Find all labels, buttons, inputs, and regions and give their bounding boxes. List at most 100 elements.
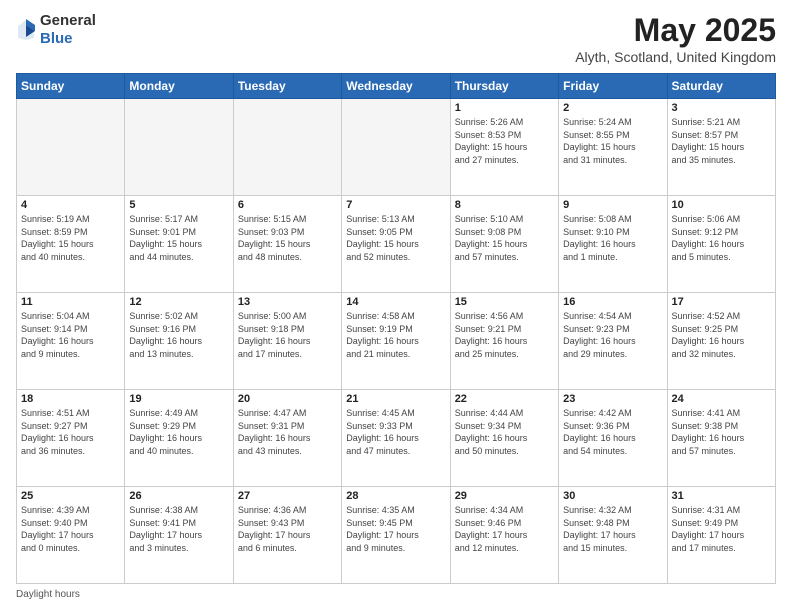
day-number: 8: [455, 199, 554, 211]
day-info: Sunrise: 4:54 AM Sunset: 9:23 PM Dayligh…: [563, 310, 662, 360]
day-number: 27: [238, 490, 337, 502]
calendar-cell: 20 Sunrise: 4:47 AM Sunset: 9:31 PM Dayli…: [233, 390, 341, 487]
day-number: 6: [238, 199, 337, 211]
weekday-header-tuesday: Tuesday: [233, 74, 341, 99]
calendar-cell: 13 Sunrise: 5:00 AM Sunset: 9:18 PM Dayli…: [233, 293, 341, 390]
calendar-cell: [233, 99, 341, 196]
weekday-header-sunday: Sunday: [17, 74, 125, 99]
day-info: Sunrise: 4:51 AM Sunset: 9:27 PM Dayligh…: [21, 407, 120, 457]
calendar-cell: 2Sunrise: 5:24 AM Sunset: 8:55 PM Daylig…: [559, 99, 667, 196]
day-info: Sunrise: 4:56 AM Sunset: 9:21 PM Dayligh…: [455, 310, 554, 360]
day-info: Sunrise: 4:42 AM Sunset: 9:36 PM Dayligh…: [563, 407, 662, 457]
calendar-table: SundayMondayTuesdayWednesdayThursdayFrid…: [16, 73, 776, 584]
day-number: 19: [129, 393, 228, 405]
day-info: Sunrise: 4:38 AM Sunset: 9:41 PM Dayligh…: [129, 504, 228, 554]
day-info: Sunrise: 5:21 AM Sunset: 8:57 PM Dayligh…: [672, 116, 771, 166]
day-info: Sunrise: 4:36 AM Sunset: 9:43 PM Dayligh…: [238, 504, 337, 554]
day-info: Sunrise: 5:26 AM Sunset: 8:53 PM Dayligh…: [455, 116, 554, 166]
day-info: Sunrise: 4:41 AM Sunset: 9:38 PM Dayligh…: [672, 407, 771, 457]
logo-general: General: [40, 12, 96, 29]
day-number: 22: [455, 393, 554, 405]
weekday-header-thursday: Thursday: [450, 74, 558, 99]
weekday-header-friday: Friday: [559, 74, 667, 99]
page: General Blue May 2025 Alyth, Scotland, U…: [0, 0, 792, 612]
day-number: 14: [346, 296, 445, 308]
day-number: 23: [563, 393, 662, 405]
calendar-cell: [125, 99, 233, 196]
day-number: 20: [238, 393, 337, 405]
day-info: Sunrise: 4:47 AM Sunset: 9:31 PM Dayligh…: [238, 407, 337, 457]
day-number: 3: [672, 102, 771, 114]
day-info: Sunrise: 4:39 AM Sunset: 9:40 PM Dayligh…: [21, 504, 120, 554]
day-info: Sunrise: 5:19 AM Sunset: 8:59 PM Dayligh…: [21, 213, 120, 263]
day-info: Sunrise: 5:24 AM Sunset: 8:55 PM Dayligh…: [563, 116, 662, 166]
weekday-header-wednesday: Wednesday: [342, 74, 450, 99]
day-info: Sunrise: 5:06 AM Sunset: 9:12 PM Dayligh…: [672, 213, 771, 263]
calendar-cell: 26Sunrise: 4:38 AM Sunset: 9:41 PM Dayli…: [125, 487, 233, 584]
calendar-cell: 17 Sunrise: 4:52 AM Sunset: 9:25 PM Dayli…: [667, 293, 775, 390]
calendar-cell: 3 Sunrise: 5:21 AM Sunset: 8:57 PM Daylig…: [667, 99, 775, 196]
logo-blue: Blue: [40, 30, 73, 47]
day-info: Sunrise: 5:17 AM Sunset: 9:01 PM Dayligh…: [129, 213, 228, 263]
day-number: 17: [672, 296, 771, 308]
calendar-cell: 12 Sunrise: 5:02 AM Sunset: 9:16 PM Dayli…: [125, 293, 233, 390]
day-info: Sunrise: 5:13 AM Sunset: 9:05 PM Dayligh…: [346, 213, 445, 263]
day-number: 10: [672, 199, 771, 211]
day-info: Sunrise: 4:31 AM Sunset: 9:49 PM Dayligh…: [672, 504, 771, 554]
logo: General Blue: [16, 12, 96, 48]
calendar-cell: 11 Sunrise: 5:04 AM Sunset: 9:14 PM Dayli…: [17, 293, 125, 390]
day-info: Sunrise: 5:00 AM Sunset: 9:18 PM Dayligh…: [238, 310, 337, 360]
calendar-cell: 9 Sunrise: 5:08 AM Sunset: 9:10 PM Daylig…: [559, 196, 667, 293]
calendar-cell: 15 Sunrise: 4:56 AM Sunset: 9:21 PM Dayli…: [450, 293, 558, 390]
footer-text: Daylight hours: [16, 589, 80, 600]
day-info: Sunrise: 5:04 AM Sunset: 9:14 PM Dayligh…: [21, 310, 120, 360]
day-number: 7: [346, 199, 445, 211]
title-location: Alyth, Scotland, United Kingdom: [575, 49, 776, 65]
day-info: Sunrise: 4:49 AM Sunset: 9:29 PM Dayligh…: [129, 407, 228, 457]
day-number: 21: [346, 393, 445, 405]
calendar-cell: [17, 99, 125, 196]
day-number: 18: [21, 393, 120, 405]
calendar-cell: 6 Sunrise: 5:15 AM Sunset: 9:03 PM Daylig…: [233, 196, 341, 293]
weekday-header-saturday: Saturday: [667, 74, 775, 99]
day-info: Sunrise: 4:35 AM Sunset: 9:45 PM Dayligh…: [346, 504, 445, 554]
day-number: 9: [563, 199, 662, 211]
day-number: 15: [455, 296, 554, 308]
day-number: 31: [672, 490, 771, 502]
day-info: Sunrise: 5:02 AM Sunset: 9:16 PM Dayligh…: [129, 310, 228, 360]
title-block: May 2025 Alyth, Scotland, United Kingdom: [575, 12, 776, 65]
calendar-cell: 19 Sunrise: 4:49 AM Sunset: 9:29 PM Dayli…: [125, 390, 233, 487]
day-number: 4: [21, 199, 120, 211]
calendar-cell: 18 Sunrise: 4:51 AM Sunset: 9:27 PM Dayli…: [17, 390, 125, 487]
day-number: 12: [129, 296, 228, 308]
day-info: Sunrise: 4:34 AM Sunset: 9:46 PM Dayligh…: [455, 504, 554, 554]
calendar-cell: 30Sunrise: 4:32 AM Sunset: 9:48 PM Dayli…: [559, 487, 667, 584]
day-info: Sunrise: 4:45 AM Sunset: 9:33 PM Dayligh…: [346, 407, 445, 457]
footer: Daylight hours: [16, 589, 776, 600]
day-number: 16: [563, 296, 662, 308]
calendar-cell: 31 Sunrise: 4:31 AM Sunset: 9:49 PM Dayli…: [667, 487, 775, 584]
day-info: Sunrise: 5:08 AM Sunset: 9:10 PM Dayligh…: [563, 213, 662, 263]
day-number: 30: [563, 490, 662, 502]
calendar-cell: 27 Sunrise: 4:36 AM Sunset: 9:43 PM Dayli…: [233, 487, 341, 584]
calendar-cell: 14 Sunrise: 4:58 AM Sunset: 9:19 PM Dayli…: [342, 293, 450, 390]
day-info: Sunrise: 5:10 AM Sunset: 9:08 PM Dayligh…: [455, 213, 554, 263]
day-number: 11: [21, 296, 120, 308]
calendar-cell: 22Sunrise: 4:44 AM Sunset: 9:34 PM Dayli…: [450, 390, 558, 487]
day-info: Sunrise: 4:58 AM Sunset: 9:19 PM Dayligh…: [346, 310, 445, 360]
day-info: Sunrise: 5:15 AM Sunset: 9:03 PM Dayligh…: [238, 213, 337, 263]
day-number: 5: [129, 199, 228, 211]
logo-icon: [16, 18, 36, 42]
calendar-cell: 24Sunrise: 4:41 AM Sunset: 9:38 PM Dayli…: [667, 390, 775, 487]
day-number: 13: [238, 296, 337, 308]
calendar-cell: 5 Sunrise: 5:17 AM Sunset: 9:01 PM Daylig…: [125, 196, 233, 293]
calendar-cell: 10 Sunrise: 5:06 AM Sunset: 9:12 PM Dayli…: [667, 196, 775, 293]
calendar-cell: 23 Sunrise: 4:42 AM Sunset: 9:36 PM Dayli…: [559, 390, 667, 487]
day-info: Sunrise: 4:52 AM Sunset: 9:25 PM Dayligh…: [672, 310, 771, 360]
day-number: 1: [455, 102, 554, 114]
calendar-cell: 25Sunrise: 4:39 AM Sunset: 9:40 PM Dayli…: [17, 487, 125, 584]
day-number: 29: [455, 490, 554, 502]
calendar-cell: 28Sunrise: 4:35 AM Sunset: 9:45 PM Dayli…: [342, 487, 450, 584]
logo-text: General Blue: [40, 12, 96, 48]
calendar-cell: 1 Sunrise: 5:26 AM Sunset: 8:53 PM Daylig…: [450, 99, 558, 196]
